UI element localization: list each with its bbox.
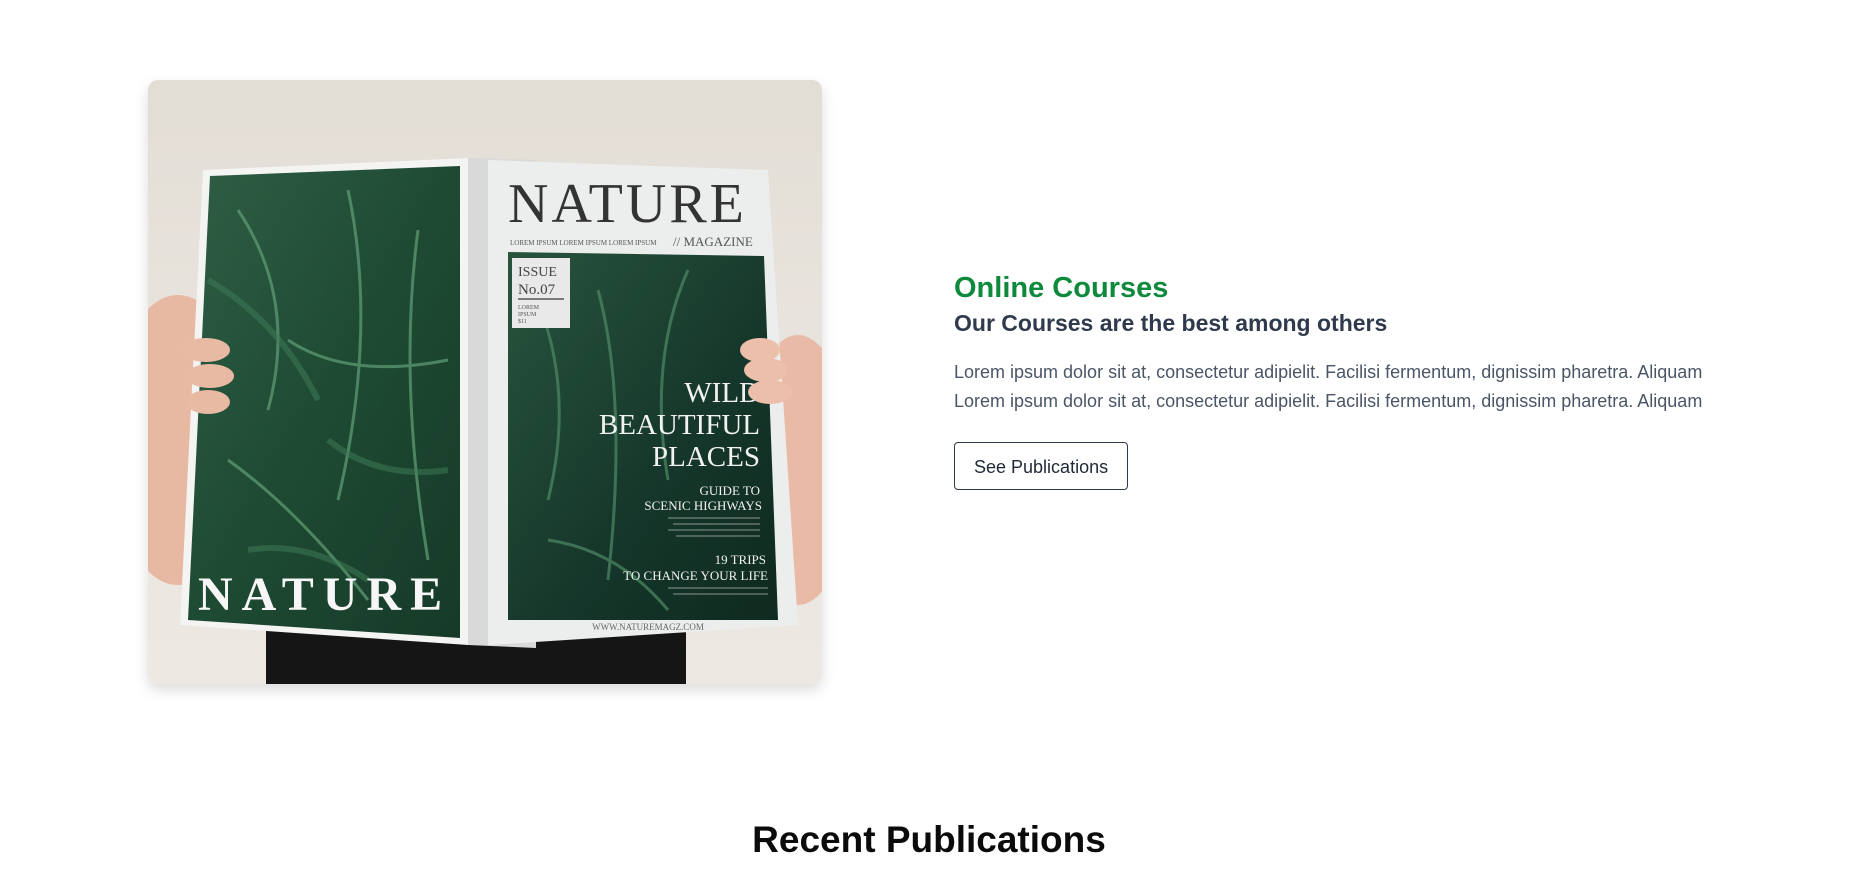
issue-small-2: IPSUM [518, 312, 537, 318]
back-cover-title: NATURE [198, 568, 451, 621]
section-subtitle: Our Courses are the best among others [954, 310, 1388, 336]
cover-tagline: LOREM IPSUM LOREM IPSUM LOREM IPSUM [510, 239, 657, 247]
guide-line-1: GUIDE TO [699, 483, 760, 498]
headline-3: PLACES [652, 441, 760, 473]
issue-price: $11 [518, 318, 527, 325]
issue-number: No.07 [518, 282, 556, 298]
trips-line-2: TO CHANGE YOUR LIFE [623, 568, 768, 583]
section-kicker: Online Courses [954, 272, 1169, 304]
cover-website: WWW.NATUREMAGZ.COM [592, 622, 704, 632]
cover-title: NATURE [508, 173, 747, 235]
headline-2: BEAUTIFUL [599, 409, 760, 441]
description-line-2: Lorem ipsum dolor sit at, consectetur ad… [954, 391, 1703, 411]
hero-text: Online Courses Our Courses are the best … [954, 270, 1814, 490]
guide-line-2: SCENIC HIGHWAYS [644, 498, 762, 513]
trips-line-1: 19 TRIPS [715, 552, 766, 567]
issue-small-1: LOREM [518, 305, 540, 311]
issue-label: ISSUE [518, 265, 557, 280]
description-line-1: Lorem ipsum dolor sit at, consectetur ad… [954, 362, 1703, 382]
cover-magazine-label: // MAGAZINE [673, 234, 753, 249]
hero-image: NATURE NATURE LOREM IPSUM LOREM IPSUM LO… [148, 80, 822, 684]
section-description: Lorem ipsum dolor sit at, consectetur ad… [954, 358, 1814, 416]
recent-publications-heading: Recent Publications [752, 819, 1106, 860]
see-publications-button[interactable]: See Publications [954, 442, 1129, 490]
